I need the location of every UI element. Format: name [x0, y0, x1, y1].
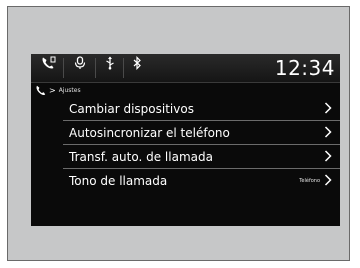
status-bar: 12:34 [31, 54, 340, 83]
menu-item-cambiar-dispositivos[interactable]: Cambiar dispositivos [31, 97, 340, 121]
chevron-right-icon [324, 102, 332, 114]
menu-item-label: Autosincronizar el teléfono [69, 126, 230, 140]
status-divider [95, 58, 96, 78]
status-divider [123, 58, 124, 78]
breadcrumb-separator: > [49, 85, 56, 95]
menu-item-transferencia-auto[interactable]: Transf. auto. de llamada [31, 145, 340, 169]
breadcrumb: > Ajustes [35, 83, 81, 97]
chevron-right-icon [324, 150, 332, 162]
status-divider [63, 58, 64, 78]
breadcrumb-label: Ajustes [58, 86, 81, 94]
clock: 12:34 [274, 56, 335, 80]
usb-icon[interactable] [101, 56, 119, 80]
infotainment-screen: 12:34 > Ajustes Cambiar dispositivos Aut… [31, 54, 340, 226]
microphone-icon[interactable] [69, 56, 91, 80]
phone-settings-icon[interactable] [37, 56, 59, 80]
menu-item-label: Tono de llamada [69, 174, 168, 188]
menu-item-tono-de-llamada[interactable]: Tono de llamada Teléfono [31, 169, 340, 193]
menu-item-autosincronizar[interactable]: Autosincronizar el teléfono [31, 121, 340, 145]
menu-item-value: Teléfono [299, 178, 320, 184]
chevron-right-icon [324, 126, 332, 138]
chevron-right-icon [324, 174, 332, 186]
bluetooth-icon[interactable] [129, 56, 145, 80]
menu-item-label: Cambiar dispositivos [69, 102, 194, 116]
menu-item-label: Transf. auto. de llamada [69, 150, 213, 164]
phone-icon [35, 85, 46, 96]
